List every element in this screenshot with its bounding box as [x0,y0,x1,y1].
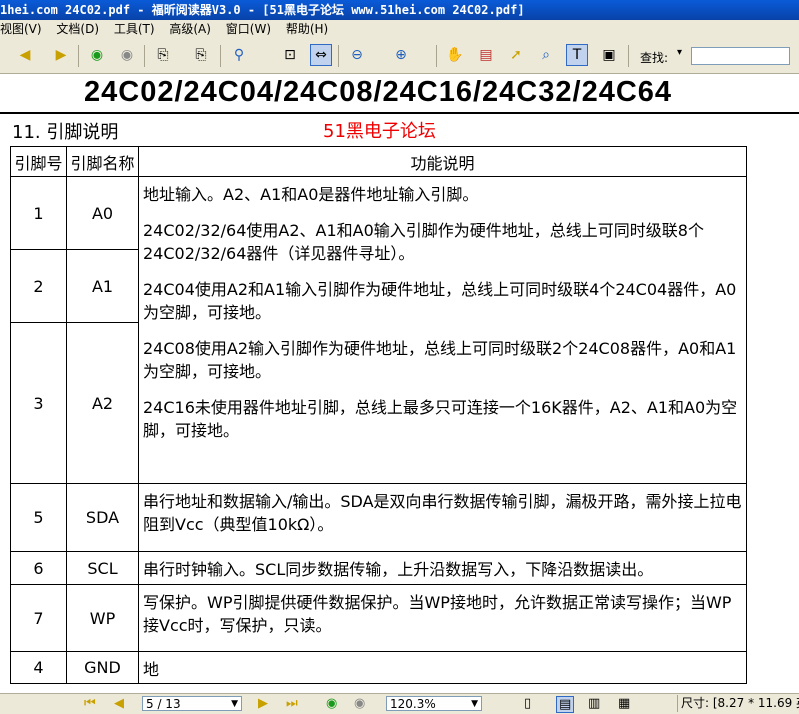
facing-page-icon[interactable]: ▥ [588,696,600,711]
select-arrow-icon[interactable]: ➚ [505,44,527,66]
watermark: 51黑电子论坛 [323,121,436,142]
header-pin-number: 引脚号 [10,146,67,177]
camera-icon[interactable]: ▣ [598,44,620,66]
menu-advanced[interactable]: 高级(A) [169,22,211,36]
header-function: 功能说明 [138,146,747,177]
pin-table: 引脚号 引脚名称 功能说明 1 A0 地址输入。A2、A1和A0是器件地址输入引… [10,146,747,684]
pin-number: 2 [10,249,67,323]
pin-name: SCL [66,551,139,585]
pin-number: 3 [10,322,67,484]
table-row: 5 SDA 串行地址和数据输入/输出。SDA是双向串行数据传输引脚，漏极开路，需… [10,483,747,552]
description-paragraph: 24C16未使用器件地址引脚，总线上最多只可连接一个16K器件，A2、A1和A0… [143,398,738,440]
rotate-right-icon[interactable]: ⎘ [190,44,212,66]
back-icon[interactable]: ◉ [326,696,337,711]
fit-page-icon[interactable]: ⊡ [279,44,301,66]
zoom-in-icon[interactable]: ⊕ [390,44,412,66]
document-heading: 24C02/24C04/24C08/24C16/24C32/24C64 [84,76,673,108]
page-number: 5 / 13 [146,697,181,711]
pin-number: 4 [10,651,67,684]
menu-help[interactable]: 帮助(H) [286,22,328,36]
page-size-readout: 尺寸: [8.27 * 11.69 英 [677,695,799,712]
pin-name: A2 [66,322,139,484]
toolbar-separator [338,45,339,67]
rotate-left-icon[interactable]: ⎘ [152,44,174,66]
section-title: 11. 引脚说明 [12,122,119,143]
next-page-icon[interactable]: ▶ [50,44,72,66]
find-input[interactable] [691,47,790,65]
toolbar: ◀ ▶ ◉ ◉ ⎘ ⎘ ⚲ ⊡ ⇔ ⊖ ⊕ ✋ ▤ ➚ ⌕ T ▣ 查找: ▾ [0,39,799,74]
page-number-field[interactable]: 5 / 13 ▼ [142,696,242,711]
previous-page-icon[interactable]: ◀ [114,696,124,711]
find-options-icon[interactable]: ▾ [677,47,682,58]
last-page-icon[interactable]: ⏭ [286,696,298,711]
continuous-page-icon[interactable]: ▤ [556,696,575,713]
description-paragraph: 24C04使用A2和A1输入引脚作为硬件地址，总线上可同时级联4个24C04器件… [143,280,737,322]
pin-number: 5 [10,483,67,552]
pin-number: 1 [10,176,67,250]
menu-window[interactable]: 窗口(W) [226,22,271,36]
pin-description: 地 [138,651,747,684]
table-row: 6 SCL 串行时钟输入。SCL同步数据传输，上升沿数据写入，下降沿数据读出。 [10,551,747,585]
hand-tool-icon[interactable]: ✋ [444,44,466,66]
pin-description: 写保护。WP引脚提供硬件数据保护。当WP接地时，允许数据正常读写操作；当WP接V… [138,584,747,652]
description-paragraph: 24C02/32/64使用A2、A1和A0输入引脚作为硬件地址，总线上可同时级联… [143,221,704,263]
pin-name: A0 [66,176,139,250]
toolbar-separator [436,45,437,67]
pin-description: 串行地址和数据输入/输出。SDA是双向串行数据传输引脚，漏极开路，需外接上拉电阻… [138,483,747,552]
zoom-dropdown-icon[interactable]: ▼ [471,697,478,712]
pin-name: SDA [66,483,139,552]
table-row: 1 A0 地址输入。A2、A1和A0是器件地址输入引脚。 24C02/32/64… [10,176,747,484]
zoom-field[interactable]: 120.3% ▼ [386,696,482,711]
toolbar-separator [144,45,145,67]
toolbar-separator [220,45,221,67]
toolbar-separator [628,45,629,67]
menu-bar: 视图(V) 文档(D) 工具(T) 高级(A) 窗口(W) 帮助(H) [0,20,799,39]
menu-tools[interactable]: 工具(T) [114,22,155,36]
heading-rule [0,112,799,114]
find-label: 查找: [640,51,669,65]
pin-name: WP [66,584,139,652]
continuous-facing-icon[interactable]: ▦ [618,696,630,711]
back-icon[interactable]: ◉ [86,44,108,66]
zoom-level: 120.3% [390,697,436,711]
single-page-icon[interactable]: ▯ [524,696,531,711]
fit-width-icon[interactable]: ⇔ [310,44,332,66]
toolbar-separator [78,45,79,67]
description-paragraph: 24C08使用A2输入引脚作为硬件地址，总线上可同时级联2个24C08器件，A0… [143,339,737,381]
address-pin-description: 地址输入。A2、A1和A0是器件地址输入引脚。 24C02/32/64使用A2、… [138,176,747,484]
header-pin-name: 引脚名称 [66,146,139,177]
table-row: 7 WP 写保护。WP引脚提供硬件数据保护。当WP接地时，允许数据正常读写操作；… [10,584,747,652]
status-bar: ⏮ ◀ 5 / 13 ▼ ▶ ⏭ ◉ ◉ 120.3% ▼ ▯ ▤ ▥ ▦ 尺寸: … [0,693,799,714]
description-paragraph: 地址输入。A2、A1和A0是器件地址输入引脚。 [143,185,479,204]
table-row: 4 GND 地 [10,651,747,684]
zoom-out-icon[interactable]: ⊖ [346,44,368,66]
find-binoculars-icon[interactable]: ⌕ [535,44,557,66]
window-title: 1hei.com 24C02.pdf - 福昕阅读器V3.0 - [51黑电子论… [0,3,525,17]
forward-icon[interactable]: ◉ [354,696,365,711]
pin-name: A1 [66,249,139,323]
menu-view[interactable]: 视图(V) [0,22,42,36]
page-dropdown-icon[interactable]: ▼ [231,697,238,712]
zoom-tool-icon[interactable]: ⚲ [228,44,250,66]
menu-document[interactable]: 文档(D) [56,22,99,36]
snapshot-icon[interactable]: ▤ [475,44,497,66]
table-header-row: 引脚号 引脚名称 功能说明 [10,146,747,177]
first-page-icon[interactable]: ◀ [14,44,36,66]
pin-name: GND [66,651,139,684]
text-select-icon[interactable]: T [566,44,588,66]
pin-number: 6 [10,551,67,585]
document-page: 24C02/24C04/24C08/24C16/24C32/24C64 11. … [0,74,799,693]
window-title-bar: 1hei.com 24C02.pdf - 福昕阅读器V3.0 - [51黑电子论… [0,0,799,20]
pin-description: 串行时钟输入。SCL同步数据传输，上升沿数据写入，下降沿数据读出。 [138,551,747,585]
first-page-icon[interactable]: ⏮ [84,696,96,711]
forward-icon[interactable]: ◉ [116,44,138,66]
next-page-icon[interactable]: ▶ [258,696,268,711]
pin-number: 7 [10,584,67,652]
